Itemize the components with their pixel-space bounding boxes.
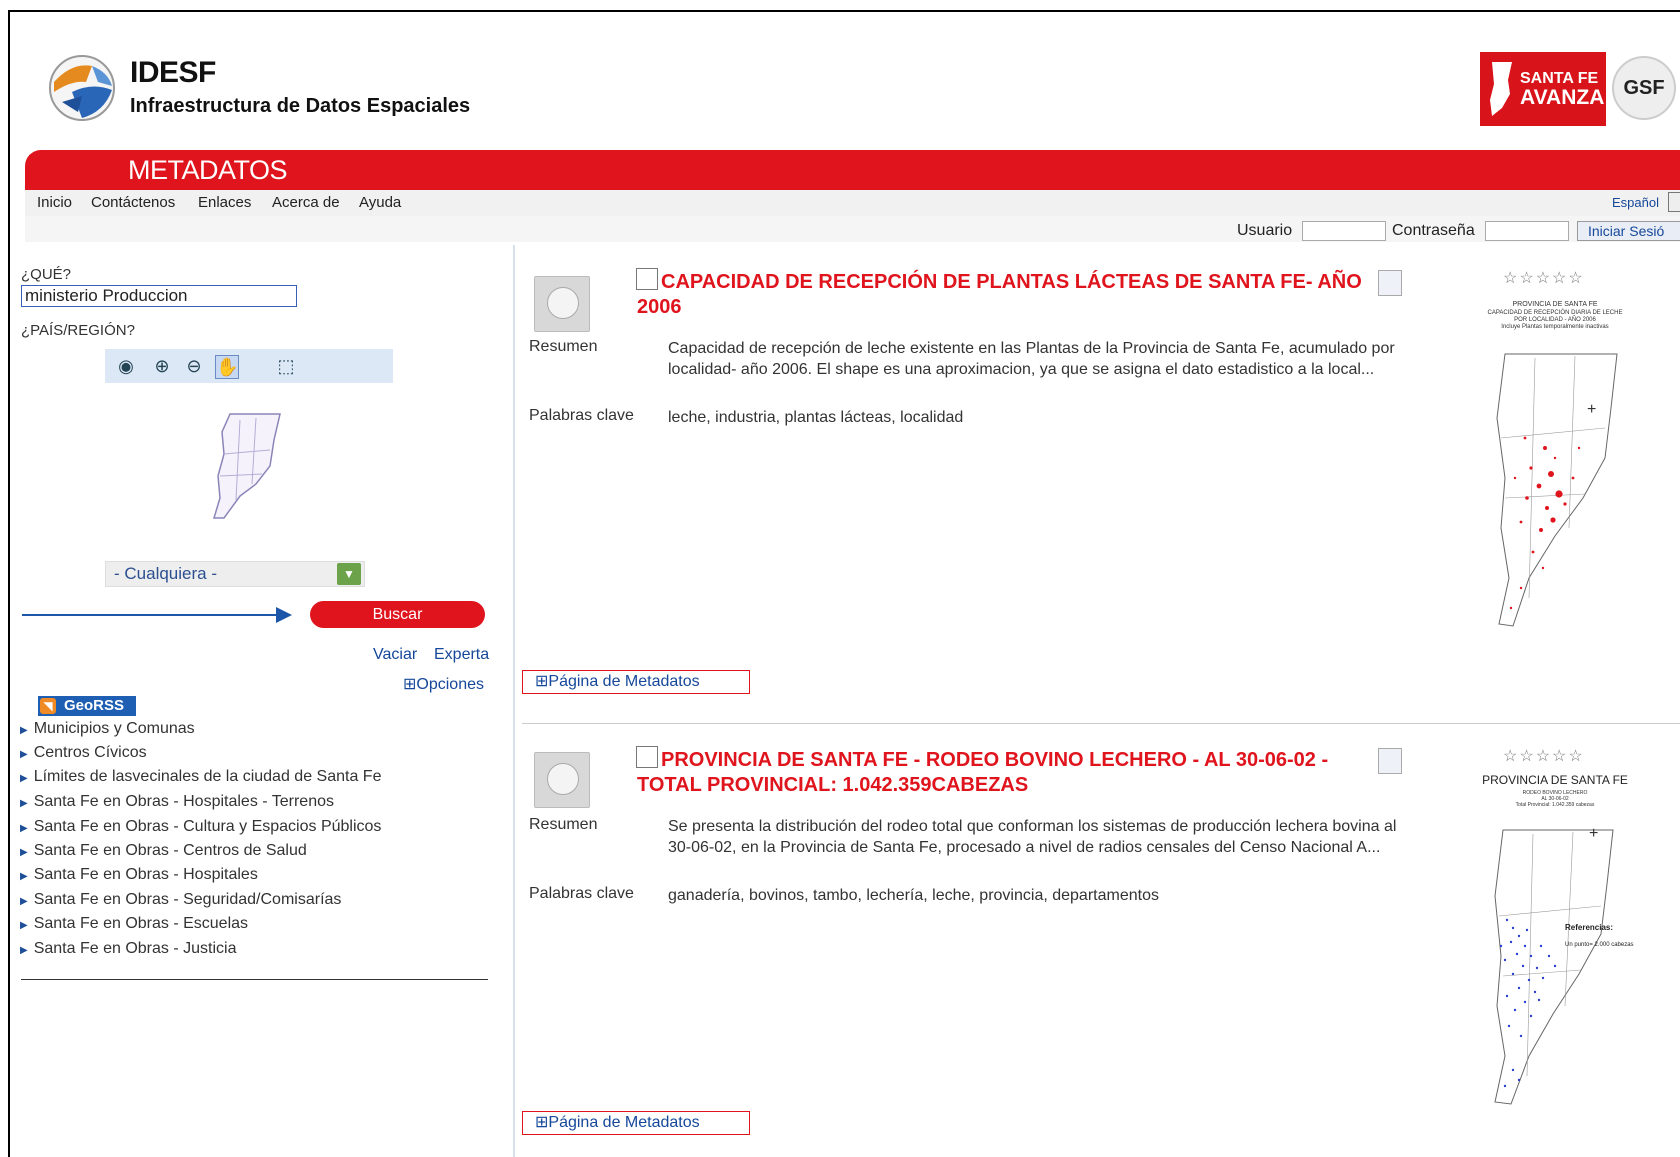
result-thumbnail[interactable]: PROVINCIA DE SANTA FE RODEO BOVINO LECHE… bbox=[1455, 770, 1655, 1130]
login-button[interactable]: Iniciar Sesió bbox=[1577, 221, 1680, 241]
region-minimap[interactable] bbox=[200, 410, 290, 520]
georss-feed-item[interactable]: ▶ Centros Cívicos bbox=[20, 744, 147, 762]
section-title: METADATOS bbox=[128, 155, 288, 185]
georss-feed-item[interactable]: ▶ Santa Fe en Obras - Hospitales bbox=[20, 866, 258, 884]
options-link[interactable]: ⊞Opciones bbox=[403, 674, 484, 694]
result-checkbox[interactable] bbox=[636, 268, 658, 290]
password-input[interactable] bbox=[1485, 221, 1569, 241]
result-title[interactable]: CAPACIDAD DE RECEPCIÓN DE PLANTAS LÁCTEA… bbox=[661, 270, 1362, 295]
rating-stars[interactable]: ☆☆☆☆☆ bbox=[1503, 268, 1585, 288]
svg-text:Un punto= 2.000 cabezas: Un punto= 2.000 cabezas bbox=[1565, 942, 1634, 948]
georss-feed-item[interactable]: ▶ Límites de lasvecinales de la ciudad de… bbox=[20, 768, 381, 786]
summary-text: Capacidad de recepción de leche existent… bbox=[668, 340, 1395, 378]
nav-contactenos[interactable]: Contáctenos bbox=[91, 194, 175, 211]
idesf-globe-logo bbox=[49, 55, 115, 121]
svg-text:+: + bbox=[1589, 825, 1598, 842]
svg-text:Incluye Plantas temporalmente: Incluye Plantas temporalmente inactivas bbox=[1501, 324, 1608, 330]
what-input[interactable]: ministerio Produccion bbox=[21, 285, 297, 307]
keywords-label: Palabras clave bbox=[529, 885, 634, 902]
summary-text: Se presenta la distribución del rodeo to… bbox=[668, 818, 1397, 856]
georss-badge[interactable]: ◥ GeoRSS bbox=[38, 696, 136, 716]
expand-icon: ⊞ bbox=[535, 673, 549, 690]
georss-feed-item[interactable]: ▶ Santa Fe en Obras - Centros de Salud bbox=[20, 842, 307, 860]
svg-text:PROVINCIA DE SANTA FE: PROVINCIA DE SANTA FE bbox=[1482, 773, 1628, 787]
svg-text:CAPACIDAD DE RECEPCIÓN DIARIA: CAPACIDAD DE RECEPCIÓN DIARIA DE LECHE bbox=[1488, 309, 1623, 316]
svg-text:Total Provincial: 1.042.359 ca: Total Provincial: 1.042.359 cabezas bbox=[1516, 802, 1595, 808]
result-checkbox[interactable] bbox=[636, 746, 658, 768]
password-label: Contraseña bbox=[1392, 222, 1475, 239]
pan-hand-icon[interactable]: ✋ bbox=[215, 355, 239, 379]
result-divider bbox=[522, 723, 1680, 724]
result-title[interactable]: PROVINCIA DE SANTA FE - RODEO BOVINO LEC… bbox=[661, 748, 1328, 773]
brand-subtitle: Infraestructura de Datos Espaciales bbox=[130, 95, 471, 117]
result-title-cont[interactable]: 2006 bbox=[637, 295, 682, 320]
keywords-text: leche, industria, plantas lácteas, local… bbox=[668, 409, 964, 426]
summary-label: Resumen bbox=[529, 338, 598, 355]
georss-feed-item[interactable]: ▶ Santa Fe en Obras - Justicia bbox=[20, 940, 236, 958]
svg-text:+: + bbox=[1587, 401, 1596, 418]
georss-feed-item[interactable]: ▶ Santa Fe en Obras - Cultura y Espacios … bbox=[20, 818, 381, 836]
zoom-out-icon[interactable]: ⊖ bbox=[183, 355, 205, 377]
result-title-cont[interactable]: TOTAL PROVINCIAL: 1.042.359CABEZAS bbox=[637, 773, 1028, 798]
user-input[interactable] bbox=[1302, 221, 1386, 241]
georss-feed-item[interactable]: ▶ Santa Fe en Obras - Seguridad/Comisaría… bbox=[20, 891, 341, 909]
region-select[interactable]: - Cualquiera - bbox=[105, 561, 365, 587]
rating-stars[interactable]: ☆☆☆☆☆ bbox=[1503, 746, 1585, 766]
georss-feed-item[interactable]: ▶ Santa Fe en Obras - Escuelas bbox=[20, 915, 248, 933]
svg-text:PROVINCIA DE SANTA FE: PROVINCIA DE SANTA FE bbox=[1512, 301, 1597, 308]
santafe-avanza-logo: SANTA FE AVANZA bbox=[1480, 52, 1606, 126]
svg-text:POR LOCALIDAD - AÑO 2006: POR LOCALIDAD - AÑO 2006 bbox=[1514, 316, 1596, 323]
clear-link[interactable]: Vaciar bbox=[373, 646, 417, 664]
document-icon[interactable] bbox=[1378, 748, 1402, 774]
nav-inicio[interactable]: Inicio bbox=[37, 194, 72, 211]
rss-icon: ◥ bbox=[40, 698, 56, 714]
left-panel-divider bbox=[21, 979, 488, 980]
globe-icon bbox=[534, 752, 590, 808]
map-toolbar: ◉ ⊕ ⊖ ✋ ⬚ bbox=[105, 349, 393, 383]
select-box-icon[interactable]: ⬚ bbox=[275, 355, 297, 377]
metadata-page-button[interactable]: ⊞Página de Metadatos bbox=[522, 1111, 750, 1135]
brand-title: IDESF bbox=[130, 56, 216, 89]
metadata-page-button[interactable]: ⊞Página de Metadatos bbox=[522, 670, 750, 694]
zoom-in-icon[interactable]: ⊕ bbox=[151, 355, 173, 377]
globe-icon bbox=[534, 276, 590, 332]
chevron-down-icon[interactable]: ▼ bbox=[337, 563, 361, 585]
result-thumbnail[interactable]: PROVINCIA DE SANTA FE CAPACIDAD DE RECEP… bbox=[1455, 298, 1655, 658]
language-selector[interactable]: Español bbox=[1612, 195, 1659, 210]
search-button[interactable]: Buscar bbox=[310, 601, 485, 628]
region-label: ¿PAÍS/REGIÓN? bbox=[21, 322, 135, 339]
arrow-right-icon bbox=[276, 607, 292, 623]
keywords-label: Palabras clave bbox=[529, 407, 634, 424]
georss-feed-item[interactable]: ▶ Municipios y Comunas bbox=[20, 720, 195, 738]
expert-link[interactable]: Experta bbox=[434, 646, 489, 664]
arrow-line bbox=[22, 614, 278, 616]
expand-icon: ⊞ bbox=[535, 1114, 549, 1131]
user-label: Usuario bbox=[1237, 222, 1293, 239]
gsf-logo: GSF bbox=[1612, 56, 1676, 120]
keywords-text: ganadería, bovinos, tambo, lechería, lec… bbox=[668, 887, 1159, 904]
georss-feed-item[interactable]: ▶ Santa Fe en Obras - Hospitales - Terren… bbox=[20, 793, 334, 811]
summary-label: Resumen bbox=[529, 816, 598, 833]
globe-zoom-icon[interactable]: ◉ bbox=[115, 355, 137, 377]
panel-splitter[interactable] bbox=[513, 245, 515, 1157]
language-dropdown-icon[interactable] bbox=[1668, 192, 1680, 212]
nav-acerca-de[interactable]: Acerca de bbox=[272, 194, 340, 211]
nav-enlaces[interactable]: Enlaces bbox=[198, 194, 251, 211]
document-icon[interactable] bbox=[1378, 270, 1402, 296]
svg-text:Referencias:: Referencias: bbox=[1565, 923, 1613, 932]
what-label: ¿QUÉ? bbox=[21, 266, 72, 283]
nav-ayuda[interactable]: Ayuda bbox=[359, 194, 401, 211]
